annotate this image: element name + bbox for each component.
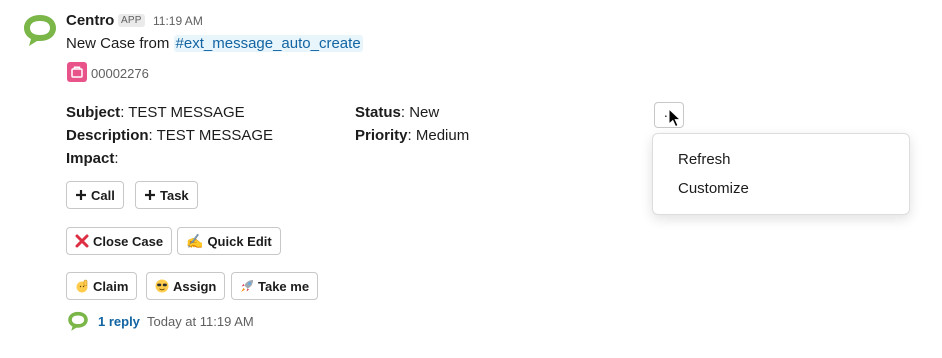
task-button-label: Task [160,187,189,203]
briefcase-icon [67,62,87,82]
status-value: New [409,104,440,121]
call-button[interactable]: Call [66,181,124,209]
subject-field: Subject: TEST MESSAGE [66,104,245,121]
description-label: Description [66,127,149,144]
assign-button-label: Assign [173,278,217,294]
priority-label: Priority [355,127,408,144]
subject-value: TEST MESSAGE [128,104,245,121]
assign-button[interactable]: Assign [146,272,226,300]
app-badge: APP [118,14,145,27]
centro-logo-icon[interactable] [67,310,89,332]
plus-icon [75,189,87,201]
sender-name[interactable]: Centro [66,12,114,29]
rocket-icon [240,279,254,293]
raised-hand-icon [75,279,89,293]
impact-field: Impact: [66,150,119,167]
quick-edit-button[interactable]: ✍ Quick Edit [177,227,281,255]
description-field: Description: TEST MESSAGE [66,127,274,144]
red-x-icon [75,234,89,248]
priority-field: Priority: Medium [355,127,470,144]
menu-item-customize[interactable]: Customize [678,180,749,197]
thread-reply-time: Today at 11:19 AM [147,314,254,329]
sunglasses-face-icon [155,279,169,293]
take-me-button-label: Take me [258,278,310,294]
menu-item-refresh[interactable]: Refresh [678,151,731,168]
thread-reply-count[interactable]: 1 reply [98,314,140,329]
quick-edit-button-label: Quick Edit [207,233,272,249]
task-button[interactable]: Task [135,181,198,209]
centro-logo-icon[interactable] [22,12,58,48]
claim-button-label: Claim [93,278,129,294]
overflow-menu: Refresh Customize [652,133,910,215]
message-text: New Case from #ext_message_auto_create [66,35,363,52]
call-button-label: Call [91,187,115,203]
subject-label: Subject [66,104,121,121]
claim-button[interactable]: Claim [66,272,138,300]
impact-label: Impact [66,150,115,167]
close-case-button-label: Close Case [93,233,164,249]
close-case-button[interactable]: Close Case [66,227,173,255]
case-number[interactable]: 00002276 [91,66,149,81]
priority-value: Medium [415,127,470,144]
plus-icon [144,189,156,201]
status-label: Status [355,104,401,121]
take-me-button[interactable]: Take me [231,272,319,300]
description-value: TEST MESSAGE [156,127,274,144]
status-field: Status: New [355,104,440,121]
writing-hand-icon: ✍ [186,233,204,249]
message-text-prefix: New Case from [66,35,174,52]
message-timestamp[interactable]: 11:19 AM [153,14,203,28]
mouse-pointer-icon [668,108,682,128]
channel-link[interactable]: #ext_message_auto_create [173,35,363,52]
